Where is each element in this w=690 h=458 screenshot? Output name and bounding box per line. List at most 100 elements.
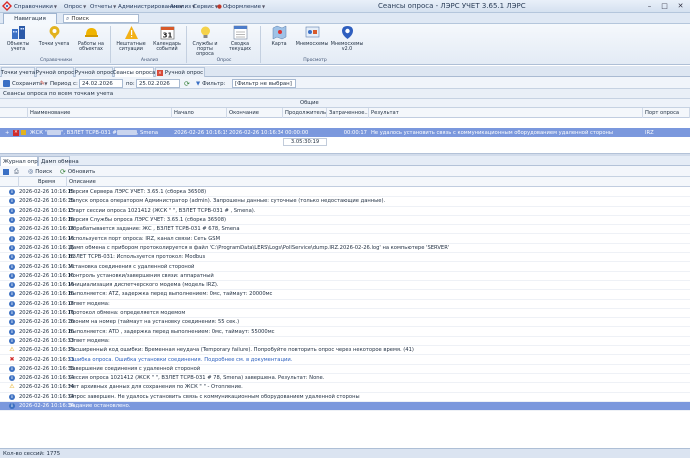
journal-row-time: 2026-02-26 10:16:33: [19, 347, 75, 354]
minimize-icon: –: [647, 2, 652, 10]
clear-button[interactable]: ✎: [40, 79, 45, 88]
session-start: 2026-02-26 10:16:15: [174, 129, 227, 136]
journal-search-button[interactable]: ◎ Поиск: [28, 167, 52, 176]
journal-row[interactable]: i 2026-02-26 10:16:16 Используется порт оп…: [0, 235, 690, 244]
journal-row[interactable]: i 2026-02-26 10:16:16 Ответ модема:: [0, 300, 690, 309]
journal-row[interactable]: i 2026-02-26 10:16:34 Задание остановлено.: [0, 401, 690, 412]
menu-otchety[interactable]: Отчеты ▼: [90, 2, 116, 11]
expand-row-icon[interactable]: +: [3, 128, 11, 137]
tab-manual-poll-3[interactable]: ✕ Ручной опрос: [155, 67, 205, 77]
col-duration[interactable]: Продолжитель...: [283, 108, 327, 118]
journal-row-time: 2026-02-26 10:16:16: [19, 300, 75, 307]
col-spent[interactable]: Затраченное...: [327, 108, 369, 118]
maximize-button[interactable]: □: [657, 1, 672, 11]
journal-toolbar: [0, 166, 690, 177]
ribbon-button-label: Карта: [271, 42, 287, 47]
journal-row-time: 2026-02-26 10:16:15: [19, 207, 75, 214]
journal-row-desc: Обрабатывается задание: ЖС , ВЗЛЕТ ТСРВ-…: [69, 226, 240, 232]
menu-spravochniki[interactable]: Справочники ▼: [14, 2, 57, 11]
buildings-icon: [11, 26, 25, 39]
ribbon-button-map[interactable]: Карта: [265, 25, 293, 47]
period-from-input[interactable]: 24.02.2026: [79, 79, 123, 88]
journal-row-desc: Версия Службы опроса ЛЭРС УЧЕТ: 3.65.1 (…: [69, 217, 226, 223]
tab-manual-poll-1[interactable]: Ручной опрос: [36, 67, 74, 77]
journal-row[interactable]: i 2026-02-26 10:16:34 Сессия опроса 102141…: [0, 374, 690, 384]
journal-row[interactable]: i 2026-02-26 10:16:16 Дамп обмена с прибор…: [0, 244, 690, 254]
journal-row[interactable]: i 2026-02-26 10:16:16 Контроль установки/з…: [0, 272, 690, 281]
journal-row[interactable]: i 2026-02-26 10:16:16 Звоним на номер (тай…: [0, 318, 690, 328]
col-port[interactable]: Порт опроса: [643, 108, 690, 118]
close-tab-icon[interactable]: ✕: [156, 69, 163, 76]
journal-row-desc: Сессия опроса 1021412 (ЖСК " ", ВЗЛЕТ ТС…: [69, 375, 324, 381]
journal-row[interactable]: i 2026-02-26 10:16:33 Завершение соединени…: [0, 365, 690, 374]
journal-row-time: 2026-02-26 10:16:16: [19, 310, 75, 317]
ribbon-button-objects[interactable]: Объекты учета: [3, 25, 33, 52]
col-result[interactable]: Результат: [369, 108, 643, 118]
tab-poll-sessions[interactable]: Сеансы опроса: [113, 67, 155, 77]
ribbon-tab-navigation[interactable]: Навигация: [3, 13, 57, 24]
journal-save-button[interactable]: [3, 167, 9, 176]
ribbon-button-calendar[interactable]: 31 Календарь событий: [150, 25, 184, 52]
period-to-input[interactable]: 25.02.2026: [136, 79, 180, 88]
menu-servis[interactable]: Сервис ▼: [193, 2, 218, 11]
journal-row[interactable]: i 2026-02-26 10:16:34 Опрос завершен. Не у…: [0, 393, 690, 402]
journal-row[interactable]: i 2026-02-26 10:16:16 Выполняется: ATD , з…: [0, 328, 690, 337]
tab-manual-poll-2[interactable]: Ручной опрос: [75, 67, 113, 77]
journal-row[interactable]: i 2026-02-26 10:16:16 Протокол обмена: опр…: [0, 309, 690, 319]
journal-row[interactable]: i 2026-02-26 10:16:16 Обрабатывается задан…: [0, 225, 690, 235]
ribbon-button-services[interactable]: Службы и порты опроса: [188, 25, 222, 58]
search-input[interactable]: ⌕ Поиск: [63, 14, 139, 23]
search-icon: ⌕: [66, 14, 70, 22]
journal-row[interactable]: i 2026-02-26 10:16:33 Ответ модема:: [0, 337, 690, 347]
journal-row-desc-text: Используется порт опроса: IRZ, канал свя…: [69, 235, 221, 242]
column-group-band: Общие: [0, 99, 690, 108]
journal-row[interactable]: i 2026-02-26 10:16:16 Инициализация диспет…: [0, 281, 690, 291]
ribbon-button-mnemonic[interactable]: Мнемосхемы: [296, 25, 328, 47]
menu-opros[interactable]: Опрос ▼: [64, 2, 86, 11]
journal-row[interactable]: i 2026-02-26 10:16:15 Запуск опроса операт…: [0, 197, 690, 207]
session-name: ЖСК " ", ВЗЛЕТ ТСРВ-031 #, Smena: [30, 129, 159, 136]
journal-row-desc: Контроль установки/завершения связи: апп…: [69, 273, 214, 279]
col-name[interactable]: Наименование: [28, 108, 172, 118]
col-selector[interactable]: [0, 108, 28, 118]
ribbon-button-points[interactable]: Точки учета: [36, 25, 72, 47]
period-from-label: Период с:: [50, 80, 78, 87]
col-start[interactable]: Начало: [172, 108, 227, 118]
journal-refresh-button[interactable]: ⟳ Обновить: [60, 167, 95, 176]
filter-icon: ▼: [196, 80, 201, 87]
calendar-day: 31: [162, 32, 172, 40]
filter-select[interactable]: [Фильтр не выбран]: [232, 79, 296, 88]
journal-row[interactable]: i 2026-02-26 10:16:16 ВЗЛЕТ ТСРВ-031: Испо…: [0, 253, 690, 263]
col-desc[interactable]: Описание: [69, 179, 96, 185]
journal-row[interactable]: i 2026-02-26 10:16:15 Старт сессии опроса …: [0, 207, 690, 216]
close-window-button[interactable]: ✕: [673, 1, 688, 11]
ribbon-button-summary[interactable]: Сводка текущих: [224, 25, 256, 52]
journal-row[interactable]: i 2026-02-26 10:16:16 Версия Службы опроса…: [0, 216, 690, 226]
journal-row[interactable]: i 2026-02-26 10:16:15 Версия Сервера ЛЭРС …: [0, 188, 690, 198]
menu-analiz[interactable]: Анализ ▼: [170, 2, 195, 11]
minimize-button[interactable]: –: [642, 1, 657, 11]
journal-row-desc-text: Версия Службы опроса ЛЭРС УЧЕТ: 3.65.1 (…: [69, 217, 227, 224]
documentation-link[interactable]: Подробнее см. в документации.: [204, 357, 292, 363]
menu-oformlenie[interactable]: ● Оформление ▼: [217, 2, 265, 11]
tab-exchange-dump[interactable]: Дамп обмена: [38, 156, 79, 166]
refresh-sessions-button[interactable]: ⟳: [184, 79, 190, 88]
journal-row[interactable]: ⚠ 2026-02-26 10:16:33 Расширенный код ошиб…: [0, 346, 690, 356]
journal-row[interactable]: i 2026-02-26 10:16:16 Выполняется: ATZ, за…: [0, 290, 690, 300]
col-end[interactable]: Окончание: [227, 108, 283, 118]
journal-row[interactable]: i 2026-02-26 10:16:16 Установка соединения…: [0, 262, 690, 272]
info-icon: i: [9, 328, 15, 335]
col-time[interactable]: Время: [38, 179, 55, 185]
journal-row[interactable]: ⚠ 2026-02-26 10:16:34 Нет архивных данных …: [0, 383, 690, 393]
ribbon-button-works[interactable]: Работы на объектах: [75, 25, 107, 52]
session-end: 2026-02-26 10:16:34: [229, 129, 283, 136]
journal-row[interactable]: ✖ 2026-02-26 10:16:33 Ошибка опроса. Ошибк…: [0, 355, 690, 365]
journal-row-desc-text: Дамп обмена с прибором протоколируется в…: [69, 244, 450, 251]
ribbon-button-incidents[interactable]: Нештатные ситуации: [113, 25, 149, 52]
dropdown-arrow-icon: ▼: [113, 4, 117, 9]
ribbon-button-mnemonic-v2[interactable]: Мнемосхемы v2.0: [330, 25, 364, 52]
journal-print-button[interactable]: ⎙: [14, 167, 19, 176]
journal-row-desc-text: Выполняется: ATZ, задержка перед выполне…: [69, 291, 273, 298]
tab-points[interactable]: Точки учета: [1, 67, 35, 77]
tab-poll-journal[interactable]: Журнал опроса: [0, 156, 47, 166]
